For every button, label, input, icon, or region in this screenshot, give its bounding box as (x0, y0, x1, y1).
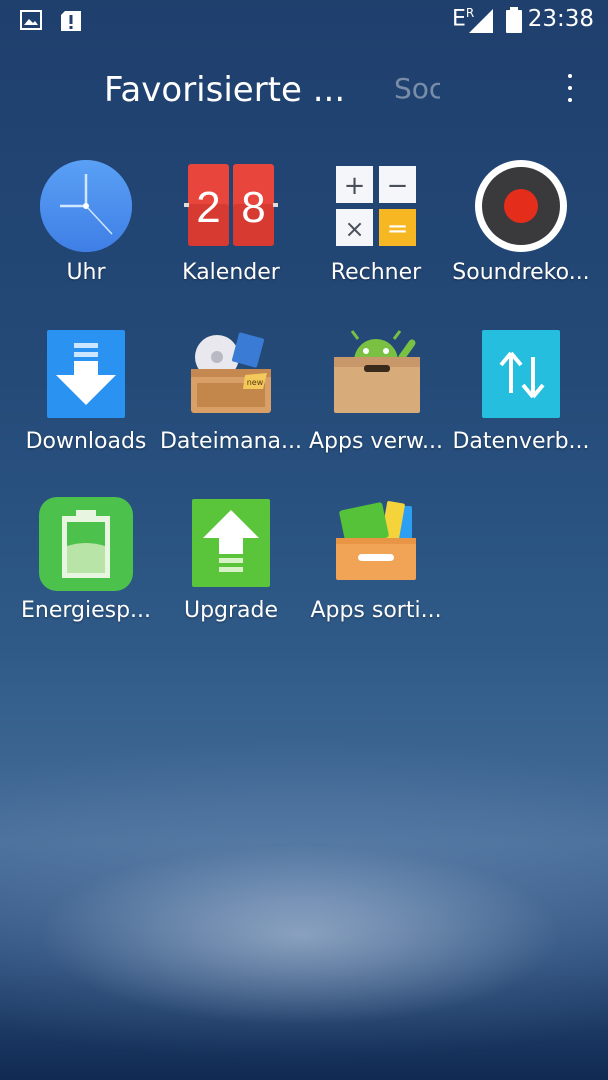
downloads-icon (47, 330, 125, 418)
app-label: Soundreko... (452, 260, 590, 285)
app-clock[interactable]: Uhr (10, 158, 162, 308)
app-apps-sort[interactable]: Apps sorti... (300, 496, 452, 646)
app-file-manager[interactable]: new Dateimana... (155, 327, 307, 477)
upgrade-icon (192, 499, 270, 587)
app-label: Apps verw... (309, 429, 443, 454)
calculator-icon: + − × = (336, 166, 416, 246)
svg-text:=: = (387, 214, 409, 244)
app-upgrade[interactable]: Upgrade (155, 496, 307, 646)
tab-social[interactable]: Soc (394, 72, 440, 105)
svg-text:2: 2 (196, 183, 220, 232)
apps-sort-icon (336, 501, 416, 580)
app-label: Rechner (330, 260, 422, 285)
clock-time: 23:38 (527, 6, 594, 32)
alert-icon (61, 11, 81, 31)
svg-text:×: × (344, 215, 364, 243)
app-label: Kalender (182, 260, 280, 285)
calendar-icon: 2 8 (184, 164, 278, 246)
folder-header: Favorisierte ... Soc (0, 60, 608, 120)
app-label: Upgrade (183, 598, 279, 623)
clock-icon (40, 160, 132, 252)
svg-text:new: new (247, 378, 264, 387)
image-icon (20, 10, 42, 30)
battery-icon (506, 7, 522, 33)
app-battery-saver[interactable]: Energiesp... (10, 496, 162, 646)
svg-text:−: − (387, 171, 409, 201)
signal-icon (469, 9, 493, 33)
more-vert-icon[interactable] (556, 74, 584, 110)
svg-text:+: + (344, 171, 366, 201)
app-app-manager[interactable]: Apps verw... (300, 327, 452, 477)
battery-saver-icon (39, 497, 133, 591)
app-downloads[interactable]: Downloads (10, 327, 162, 477)
tab-favorites[interactable]: Favorisierte ... (104, 70, 345, 110)
app-label: Apps sorti... (310, 598, 442, 623)
app-label: Datenverb... (452, 429, 590, 454)
data-transfer-icon (482, 330, 560, 418)
file-manager-icon: new (191, 332, 271, 413)
sound-recorder-icon (475, 160, 567, 252)
app-label: Dateimana... (159, 429, 302, 454)
svg-text:8: 8 (241, 183, 265, 232)
status-bar: ER 23:38 (0, 0, 608, 44)
app-manager-icon (334, 330, 420, 413)
app-calculator[interactable]: + − × = Rechner (300, 158, 452, 308)
app-label: Uhr (66, 260, 106, 285)
app-label: Energiesp... (20, 598, 152, 623)
app-sound-recorder[interactable]: Soundreko... (445, 158, 597, 308)
app-calendar[interactable]: 2 8 Kalender (155, 158, 307, 308)
app-label: Downloads (25, 429, 147, 454)
app-data-transfer[interactable]: Datenverb... (445, 327, 597, 477)
